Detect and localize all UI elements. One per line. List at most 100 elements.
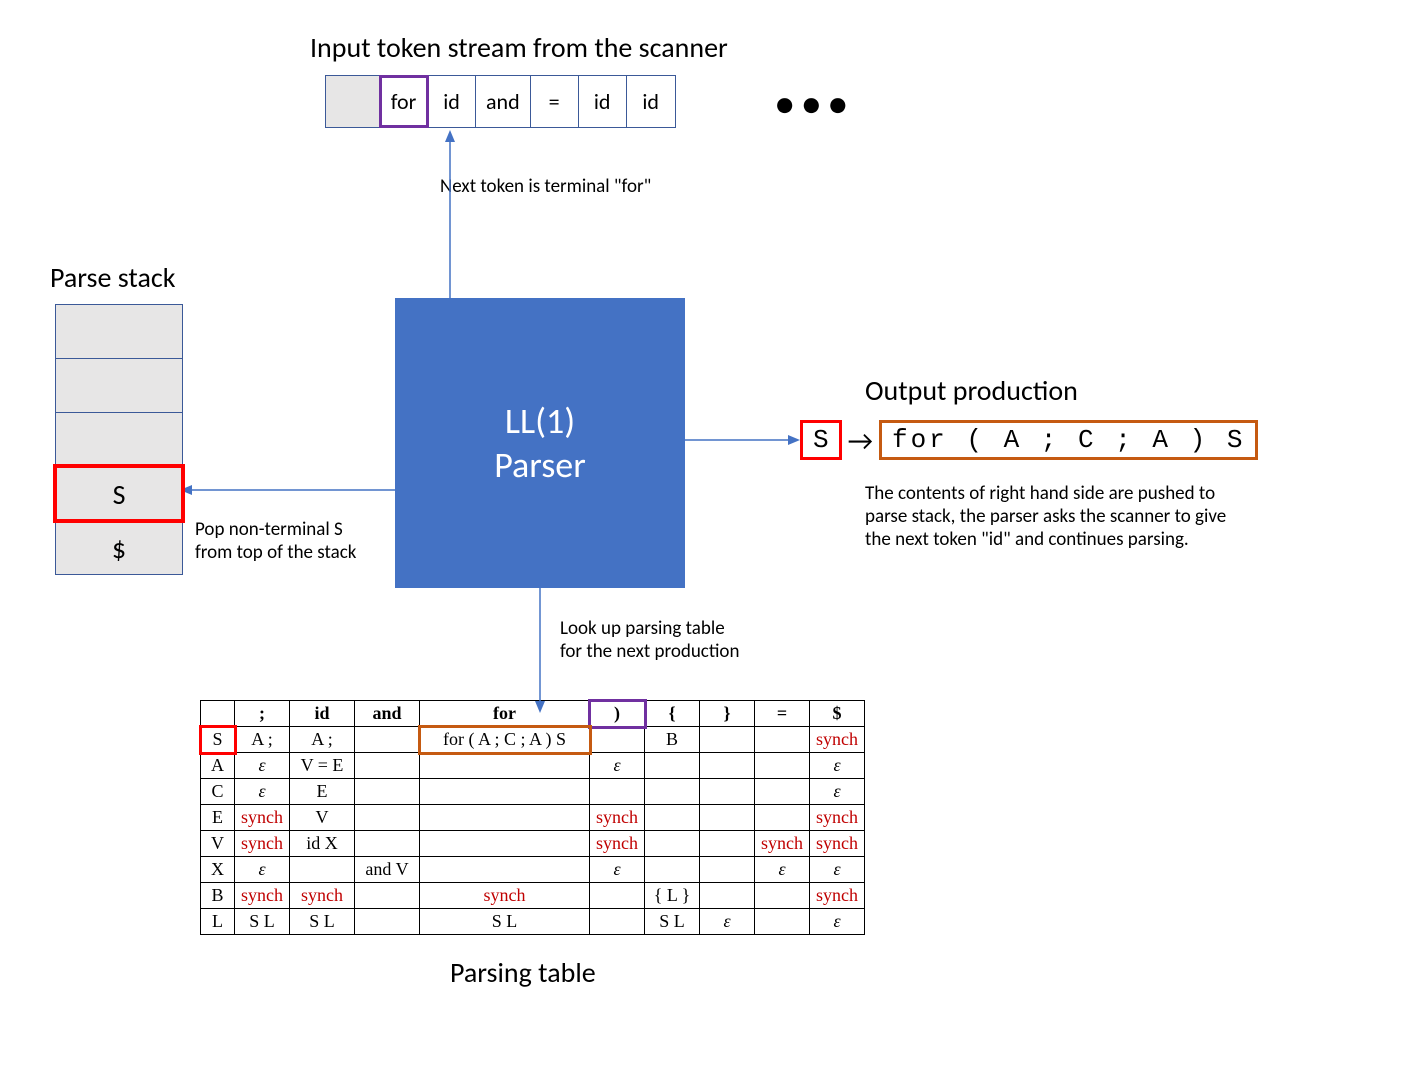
pt-cell-5-1	[290, 857, 355, 883]
token-cell-2: id	[428, 76, 476, 127]
pt-row-label-6: B	[201, 883, 235, 909]
production-lhs: S	[800, 420, 842, 460]
pt-cell-5-4: ε	[590, 857, 645, 883]
pt-header-6: {	[645, 701, 700, 727]
pt-cell-6-4	[590, 883, 645, 909]
pt-cell-6-6	[700, 883, 755, 909]
pt-cell-5-0: ε	[235, 857, 290, 883]
title-input-stream: Input token stream from the scanner	[310, 30, 728, 65]
pt-cell-1-7	[755, 753, 810, 779]
stack-cell-3: S	[55, 466, 183, 521]
pt-cell-1-6	[700, 753, 755, 779]
pt-cell-0-6	[700, 727, 755, 753]
pt-cell-4-6	[700, 831, 755, 857]
token-cell-3: and	[476, 76, 531, 127]
token-cell-4: =	[531, 76, 579, 127]
pt-cell-2-3	[420, 779, 590, 805]
pt-cell-0-1: A ;	[290, 727, 355, 753]
pt-cell-7-2	[355, 909, 420, 935]
pop-label: Pop non-terminal Sfrom top of the stack	[195, 518, 356, 564]
pt-row-label-3: E	[201, 805, 235, 831]
arrow-parser-to-stack	[180, 480, 400, 520]
pt-header-3: and	[355, 701, 420, 727]
arrow-parser-to-output	[685, 430, 800, 450]
pt-cell-7-3: S L	[420, 909, 590, 935]
pt-row-label-7: L	[201, 909, 235, 935]
parse-stack-label: Parse stack	[50, 260, 175, 295]
lookup-label-text: Look up parsing tablefor the next produc…	[560, 617, 739, 663]
pt-cell-7-0: S L	[235, 909, 290, 935]
stack-cell-4: $	[55, 520, 183, 575]
pt-cell-1-5	[645, 753, 700, 779]
pt-cell-6-1: synch	[290, 883, 355, 909]
pt-row-label-4: V	[201, 831, 235, 857]
pt-header-1: ;	[235, 701, 290, 727]
pt-cell-3-7	[755, 805, 810, 831]
pt-header-2: id	[290, 701, 355, 727]
pt-cell-5-6	[700, 857, 755, 883]
pt-cell-6-0: synch	[235, 883, 290, 909]
pt-cell-1-2	[355, 753, 420, 779]
pt-cell-3-3	[420, 805, 590, 831]
pt-cell-4-8: synch	[810, 831, 865, 857]
parser-box: LL(1)Parser	[395, 298, 685, 588]
pt-header-0	[201, 701, 235, 727]
pt-cell-4-4: synch	[590, 831, 645, 857]
parse-stack: S$	[55, 305, 183, 575]
pt-cell-6-2	[355, 883, 420, 909]
pt-cell-2-1: E	[290, 779, 355, 805]
pt-cell-3-2	[355, 805, 420, 831]
pt-cell-7-4	[590, 909, 645, 935]
pt-cell-1-8: ε	[810, 753, 865, 779]
production-rhs: for ( A ; C ; A ) S	[879, 420, 1258, 460]
pt-cell-4-5	[645, 831, 700, 857]
pt-cell-7-6: ε	[700, 909, 755, 935]
pt-cell-1-0: ε	[235, 753, 290, 779]
pt-cell-7-7	[755, 909, 810, 935]
output-description: The contents of right hand side are push…	[865, 482, 1255, 551]
pt-cell-2-4	[590, 779, 645, 805]
pt-row-label-2: C	[201, 779, 235, 805]
pt-cell-5-2: and V	[355, 857, 420, 883]
pt-cell-0-8: synch	[810, 727, 865, 753]
pt-row-label-1: A	[201, 753, 235, 779]
pt-cell-5-7: ε	[755, 857, 810, 883]
pop-label-text: Pop non-terminal Sfrom top of the stack	[195, 518, 356, 564]
pt-header-5: )	[590, 701, 645, 727]
pt-cell-4-3	[420, 831, 590, 857]
token-cell-6: id	[627, 76, 675, 127]
pt-header-8: =	[755, 701, 810, 727]
pt-cell-3-4: synch	[590, 805, 645, 831]
pt-cell-0-4	[590, 727, 645, 753]
stack-cell-2	[55, 412, 183, 467]
next-token-label: Next token is terminal "for"	[440, 175, 651, 198]
pt-cell-2-6	[700, 779, 755, 805]
pt-cell-7-8: ε	[810, 909, 865, 935]
pt-cell-1-1: V = E	[290, 753, 355, 779]
token-cell-0	[326, 76, 380, 127]
pt-row-label-0: S	[201, 727, 235, 753]
production-arrow: →	[848, 423, 873, 458]
pt-cell-3-0: synch	[235, 805, 290, 831]
pt-cell-2-5	[645, 779, 700, 805]
stack-cell-1	[55, 358, 183, 413]
pt-cell-3-8: synch	[810, 805, 865, 831]
pt-cell-2-8: ε	[810, 779, 865, 805]
pt-cell-6-5: { L }	[645, 883, 700, 909]
pt-cell-0-7	[755, 727, 810, 753]
pt-cell-5-3	[420, 857, 590, 883]
pt-cell-3-6	[700, 805, 755, 831]
pt-cell-4-7: synch	[755, 831, 810, 857]
pt-cell-5-5	[645, 857, 700, 883]
token-cell-1: for	[380, 76, 428, 127]
pt-cell-7-1: S L	[290, 909, 355, 935]
pt-cell-4-0: synch	[235, 831, 290, 857]
pt-cell-3-5	[645, 805, 700, 831]
pt-cell-6-3: synch	[420, 883, 590, 909]
pt-cell-6-7	[755, 883, 810, 909]
stack-cell-0	[55, 304, 183, 359]
pt-row-label-5: X	[201, 857, 235, 883]
token-stream-row: foridand=idid	[325, 75, 676, 128]
output-production: S → for ( A ; C ; A ) S	[800, 420, 1258, 460]
pt-cell-1-3	[420, 753, 590, 779]
